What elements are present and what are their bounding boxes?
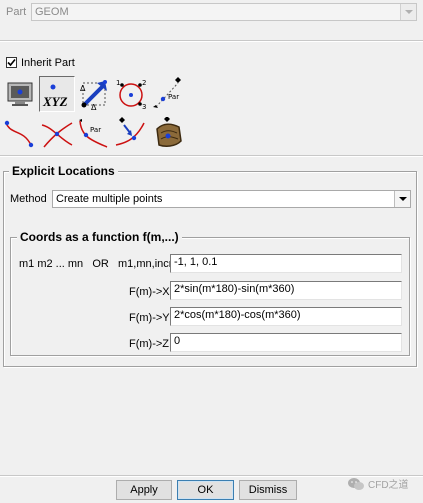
par-text: Par xyxy=(168,93,179,101)
project-to-curve-button[interactable] xyxy=(113,116,149,152)
method-dropdown-arrow-icon[interactable] xyxy=(394,191,410,207)
checkmark-icon xyxy=(7,58,16,67)
m-field[interactable]: -1, 1, 0.1 xyxy=(170,254,402,273)
top-separator xyxy=(0,40,423,42)
parameter-point-button[interactable]: Par xyxy=(150,76,186,112)
part-combo[interactable]: GEOM xyxy=(31,3,417,21)
watermark: CFD之道 xyxy=(347,476,409,491)
method-select[interactable]: Create multiple points xyxy=(52,190,411,208)
toolbar-separator xyxy=(0,155,423,157)
base-delta-point-icon: Δ Δ xyxy=(80,80,107,111)
fx-field[interactable]: 2*sin(m*180)-sin(m*360) xyxy=(170,281,402,300)
ok-button[interactable]: OK xyxy=(177,480,234,500)
coords-title: Coords as a function f(m,...) xyxy=(17,230,182,244)
xyz-text: XYZ xyxy=(42,94,68,109)
method-value: Create multiple points xyxy=(56,193,163,205)
part-value: GEOM xyxy=(35,6,69,18)
fz-label: F(m)->Z xyxy=(129,338,170,350)
toolbar-row-1: XYZ Δ Δ 1 2 3 Par xyxy=(2,76,186,112)
curve-parameter-button[interactable]: Par xyxy=(76,116,112,152)
project-to-surface-button[interactable] xyxy=(150,116,186,152)
screen-select-point-icon xyxy=(7,82,33,106)
xyz-point-icon: XYZ xyxy=(42,84,68,109)
method-label: Method xyxy=(10,193,47,205)
arc-center-button[interactable]: 1 2 3 xyxy=(113,76,149,112)
fy-field[interactable]: 2*cos(m*180)-cos(m*360) xyxy=(170,307,402,326)
screen-select-button[interactable] xyxy=(2,76,38,112)
xyz-button[interactable]: XYZ xyxy=(39,76,75,112)
inherit-part-checkbox[interactable] xyxy=(6,57,17,68)
curve-endpoint-button[interactable] xyxy=(2,116,38,152)
curve-parameter-icon: Par xyxy=(79,119,108,148)
part-dropdown-arrow-icon[interactable] xyxy=(400,4,416,20)
fy-label: F(m)->Y xyxy=(129,312,170,324)
delta-y-text: Δ xyxy=(91,103,97,111)
curve-intersection-icon xyxy=(41,122,73,148)
apply-button[interactable]: Apply xyxy=(116,480,172,500)
part-label: Part xyxy=(6,6,27,18)
arc-n3-text: 3 xyxy=(142,103,146,111)
base-delta-button[interactable]: Δ Δ xyxy=(76,76,112,112)
wechat-icon xyxy=(348,477,364,490)
m-label: m1 m2 ... mn OR m1,mn,incr xyxy=(19,258,173,270)
arc-n2-text: 2 xyxy=(142,79,146,87)
inherit-part-label: Inherit Part xyxy=(21,57,75,69)
fx-label: F(m)->X xyxy=(129,286,170,298)
delta-x-text: Δ xyxy=(80,84,86,93)
project-point-to-surface-icon xyxy=(156,117,182,147)
toolbar-row-2: Par xyxy=(2,116,186,152)
explicit-locations-title: Explicit Locations xyxy=(9,164,118,178)
arc-n1-text: 1 xyxy=(116,79,120,87)
curve-endpoint-icon xyxy=(4,120,34,148)
parameter-point-icon: Par xyxy=(153,77,181,108)
arc-center-point-icon: 1 2 3 xyxy=(116,79,146,111)
curve-intersection-button[interactable] xyxy=(39,116,75,152)
curve-par-text: Par xyxy=(90,126,101,134)
watermark-text: CFD之道 xyxy=(368,480,409,491)
fz-field[interactable]: 0 xyxy=(170,333,402,352)
project-point-to-curve-icon xyxy=(115,117,145,146)
dismiss-button[interactable]: Dismiss xyxy=(239,480,297,500)
